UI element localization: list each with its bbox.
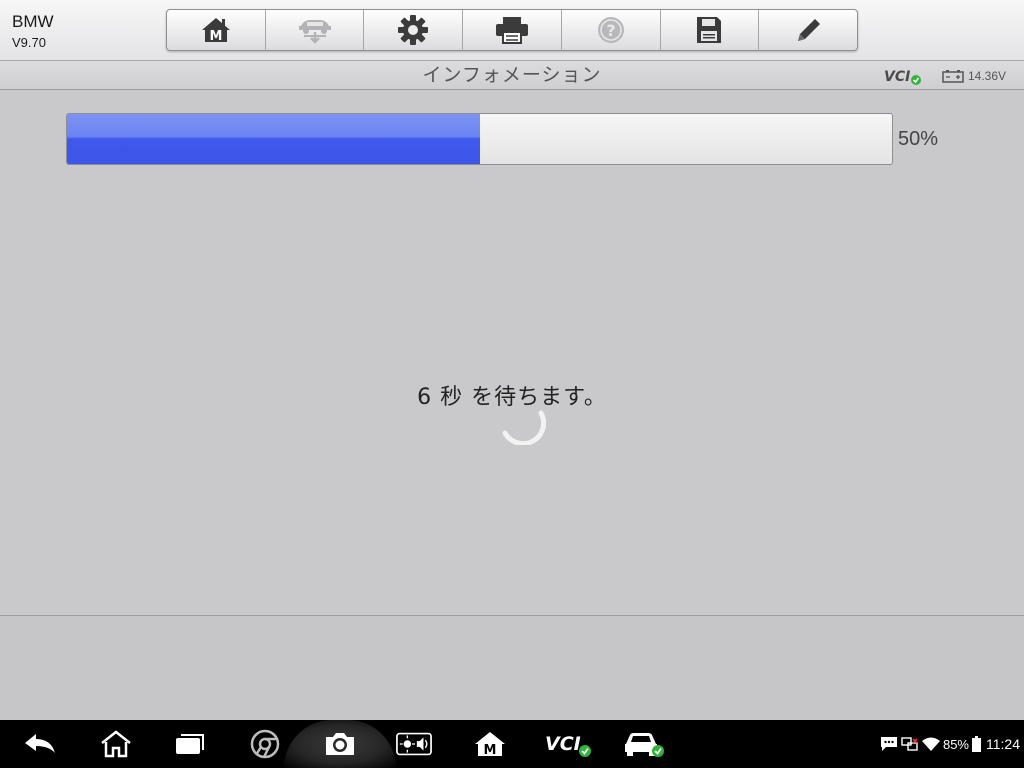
help-icon: ? xyxy=(597,17,624,43)
wait-message: 6 秒 を待ちます。 xyxy=(417,385,607,410)
status-area: 85% 11:24 xyxy=(880,732,1020,756)
battery-percent: 85% xyxy=(942,736,969,752)
svg-text:M: M xyxy=(209,29,222,44)
print-button[interactable] xyxy=(463,10,562,50)
chrome-button[interactable] xyxy=(247,728,283,760)
vci-manager-button[interactable]: VCI xyxy=(545,728,593,760)
vehicle-swap-button[interactable] xyxy=(266,10,365,50)
battery-icon xyxy=(972,736,981,752)
car-icon xyxy=(625,733,664,757)
edit-button[interactable] xyxy=(759,10,857,50)
main-content: 50% 6 秒 を待ちます。 xyxy=(0,90,1024,616)
car-battery-icon xyxy=(942,70,964,83)
nav-vci-label: VCI xyxy=(545,733,581,755)
pencil-icon xyxy=(798,19,821,41)
app-version: V9.70 xyxy=(12,35,46,50)
back-button[interactable] xyxy=(22,728,58,760)
progress-fill xyxy=(67,114,480,164)
progress-percent: 50% xyxy=(898,128,939,150)
app-name: BMW xyxy=(12,12,54,31)
svg-text:?: ? xyxy=(606,21,615,40)
system-nav-bar: M VCI 85% 11:24 xyxy=(0,720,1024,768)
car-swap-icon xyxy=(298,20,331,44)
recent-apps-icon xyxy=(176,734,204,754)
maxisys-home-button[interactable]: M xyxy=(472,728,508,760)
camera-button[interactable] xyxy=(322,728,358,760)
vci-label: VCI xyxy=(884,69,910,85)
page-title: インフォメーション xyxy=(422,64,602,86)
home-m-icon: M xyxy=(201,18,230,44)
printer-icon xyxy=(496,17,529,44)
progress-bar xyxy=(66,113,893,165)
recent-apps-button[interactable] xyxy=(172,728,208,760)
home-icon xyxy=(101,730,131,758)
app-header: BMW V9.70 M ? xyxy=(0,0,1024,60)
home-button[interactable]: M xyxy=(167,10,266,50)
title-bar: インフォメーション VCI 14.36V xyxy=(0,60,1024,90)
vehicle-button[interactable] xyxy=(622,728,666,760)
maxisys-home-icon: M xyxy=(475,732,505,758)
chrome-icon xyxy=(250,729,280,759)
vci-connected-icon: VCI xyxy=(884,69,921,85)
footer-panel xyxy=(0,615,1024,720)
network-disconnected-icon xyxy=(901,737,918,751)
clock: 11:24 xyxy=(986,736,1020,752)
camera-icon xyxy=(326,733,354,755)
gear-icon xyxy=(398,15,429,45)
battery-voltage: 14.36V xyxy=(968,69,1007,83)
vci-status: VCI xyxy=(884,65,924,87)
settings-button[interactable] xyxy=(364,10,464,50)
save-button[interactable] xyxy=(661,10,760,50)
svg-text:M: M xyxy=(484,743,497,758)
brightness-volume-button[interactable] xyxy=(396,728,432,760)
save-icon xyxy=(697,17,722,43)
toolbar: M ? xyxy=(166,9,858,51)
battery-status: 14.36V xyxy=(942,65,1022,87)
brightness-volume-icon xyxy=(396,732,432,756)
vci-icon: VCI xyxy=(545,733,591,757)
back-icon xyxy=(25,734,55,753)
home-nav-button[interactable] xyxy=(98,728,134,760)
message-icon xyxy=(880,737,897,751)
wifi-icon xyxy=(921,737,940,751)
help-button[interactable]: ? xyxy=(562,10,661,50)
